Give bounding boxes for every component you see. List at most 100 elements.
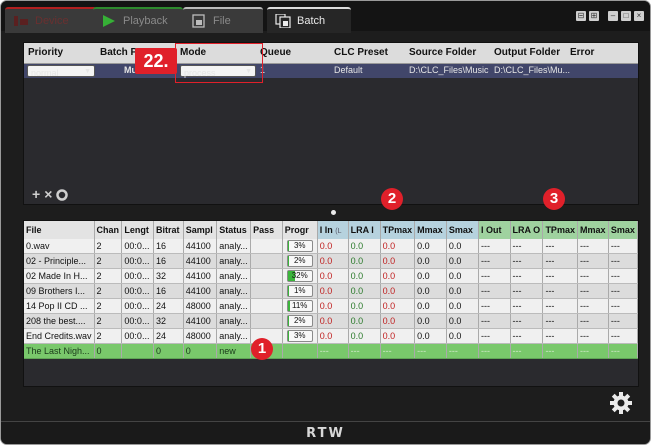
progress-label: 2%	[293, 316, 306, 325]
col-priority[interactable]: Priority	[28, 47, 63, 58]
cell-status: analy...	[216, 298, 252, 314]
col-tpmax-out[interactable]: TPmax	[542, 221, 578, 239]
restore-icon[interactable]: ⊟	[576, 11, 586, 21]
queue-row[interactable]: normal ▼ Mu process ▼ 1 Default D:\CLC_F…	[24, 64, 638, 78]
cell-mmax-in: 0.0	[414, 283, 447, 299]
cell-i-out: ---	[478, 268, 511, 284]
cell-lra-in: 0.0	[348, 298, 381, 314]
table-row[interactable]: End Credits.wav 2 00:0... 24 48000 analy... 3%…	[24, 328, 639, 344]
cell-smax-out: ---	[608, 298, 639, 314]
maximize-icon[interactable]: □	[621, 11, 631, 21]
cell-progress: 32%	[282, 268, 318, 284]
cell-i-out: ---	[478, 239, 511, 254]
col-length[interactable]: Lengt	[121, 221, 155, 239]
cell-i-out: ---	[478, 253, 511, 269]
callout-1: 1	[251, 338, 273, 360]
cell-chan: 2	[94, 313, 123, 329]
table-row[interactable]: 14 Pop II CD ... 2 00:0... 24 48000 analy... 1…	[24, 298, 639, 314]
table-row[interactable]: 02 - Principle... 2 00:0... 16 44100 analy...…	[24, 253, 639, 269]
col-lra-in[interactable]: LRA I	[348, 221, 381, 239]
table-row[interactable]: The Last Nigh... 0 0 0 new --- --- --- --- --- ---…	[24, 343, 639, 359]
col-smax-out[interactable]: Smax	[608, 221, 639, 239]
cell-chan: 2	[94, 328, 123, 344]
cell-length: 00:0...	[121, 239, 155, 254]
col-status[interactable]: Status	[216, 221, 252, 239]
cell-sample: 0	[183, 343, 218, 359]
col-smax-in[interactable]: Smax	[446, 221, 480, 239]
rtw-logo: RTW	[306, 426, 345, 441]
cell-i-out: ---	[478, 313, 511, 329]
progress-bar: 2%	[286, 255, 313, 267]
cell-tpmax-in: 0.0	[380, 328, 416, 344]
cell-chan: 2	[94, 268, 123, 284]
progress-label: 2%	[293, 256, 306, 265]
cell-lra-out: ---	[510, 343, 544, 359]
progress-label: 11%	[292, 301, 308, 310]
cell-pass	[250, 283, 283, 299]
col-source-folder[interactable]: Source Folder	[409, 47, 476, 58]
cell-smax-in: 0.0	[446, 283, 480, 299]
cell-sample: 44100	[183, 283, 218, 299]
add-icon[interactable]: +	[32, 186, 40, 204]
cell-lra-in: 0.0	[348, 239, 381, 254]
cell-mmax-in: 0.0	[414, 328, 447, 344]
cell-progress: 3%	[282, 328, 318, 344]
tab-bar: Device Playback File Batch ⊟ ⊞ – □ ×	[1, 1, 650, 33]
table-row[interactable]: 02 Made In H... 2 00:0... 32 44100 analy... 32…	[24, 268, 639, 284]
priority-select[interactable]: normal ▼	[27, 65, 95, 78]
tab-file[interactable]: File	[183, 7, 263, 33]
col-clc-preset[interactable]: CLC Preset	[334, 47, 388, 58]
cell-i-in: 0.0	[317, 328, 349, 344]
col-queue[interactable]: Queue	[260, 47, 291, 58]
cell-status: analy...	[216, 253, 252, 269]
cell-mmax-out: ---	[577, 343, 609, 359]
cell-smax-in: 0.0	[446, 268, 480, 284]
cell-length: 00:0...	[121, 313, 155, 329]
callout-3: 3	[543, 188, 565, 210]
gear-icon[interactable]	[609, 391, 633, 415]
tab-batch[interactable]: Batch	[267, 7, 351, 33]
col-sample[interactable]: Sampl	[183, 221, 218, 239]
col-error[interactable]: Error	[570, 47, 594, 58]
table-row[interactable]: 09 Brothers I... 2 00:0... 16 44100 analy... 1…	[24, 283, 639, 299]
col-progress[interactable]: Progr	[282, 221, 318, 239]
splitter-handle[interactable]	[331, 210, 336, 215]
cell-tpmax-out: ---	[542, 283, 578, 299]
cell-bitrate: 16	[153, 239, 184, 254]
col-bitrate[interactable]: Bitrat	[153, 221, 184, 239]
cell-i-in: ---	[317, 343, 349, 359]
col-output-folder[interactable]: Output Folder	[494, 47, 560, 58]
cell-i-out: ---	[478, 328, 511, 344]
col-i-out[interactable]: I Out	[478, 221, 511, 239]
source-folder-value: D:\CLC_Files\Music	[409, 65, 489, 75]
tab-device[interactable]: Device	[5, 7, 97, 33]
col-tpmax-in[interactable]: TPmax	[380, 221, 416, 239]
col-mmax-in[interactable]: Mmax	[414, 221, 447, 239]
cell-length	[121, 343, 155, 359]
cell-chan: 2	[94, 298, 123, 314]
close-icon[interactable]: ×	[634, 11, 644, 21]
cell-file: 02 Made In H...	[24, 268, 95, 284]
cell-progress: 1%	[282, 283, 318, 299]
table-row[interactable]: 0.wav 2 00:0... 16 44100 analy... 3% 0.0 0.0 0.0 0…	[24, 239, 639, 254]
table-row[interactable]: 208 the best.... 2 00:0... 32 44100 analy... 2…	[24, 313, 639, 329]
col-chan[interactable]: Chan	[94, 221, 123, 239]
cell-progress: 2%	[282, 253, 318, 269]
tab-playback[interactable]: Playback	[93, 7, 183, 33]
progress-fill	[287, 301, 291, 311]
cell-sample: 44100	[183, 313, 218, 329]
minimize-icon[interactable]: –	[608, 11, 618, 21]
settings-circle-icon[interactable]	[56, 186, 69, 204]
col-lra-out[interactable]: LRA O	[510, 221, 544, 239]
play-icon	[101, 14, 117, 28]
progress-label: 3%	[293, 241, 306, 250]
cell-file: 0.wav	[24, 239, 95, 254]
col-mmax-out[interactable]: Mmax	[577, 221, 609, 239]
col-file[interactable]: File	[24, 221, 95, 239]
files-table-body: 0.wav 2 00:0... 16 44100 analy... 3% 0.0 0.0 0.0 0…	[24, 239, 639, 359]
tile-icon[interactable]: ⊞	[589, 11, 599, 21]
col-pass[interactable]: Pass	[250, 221, 283, 239]
col-i-in[interactable]: I In (L	[317, 221, 349, 239]
cell-lra-out: ---	[510, 298, 544, 314]
remove-icon[interactable]: ×	[44, 186, 52, 204]
